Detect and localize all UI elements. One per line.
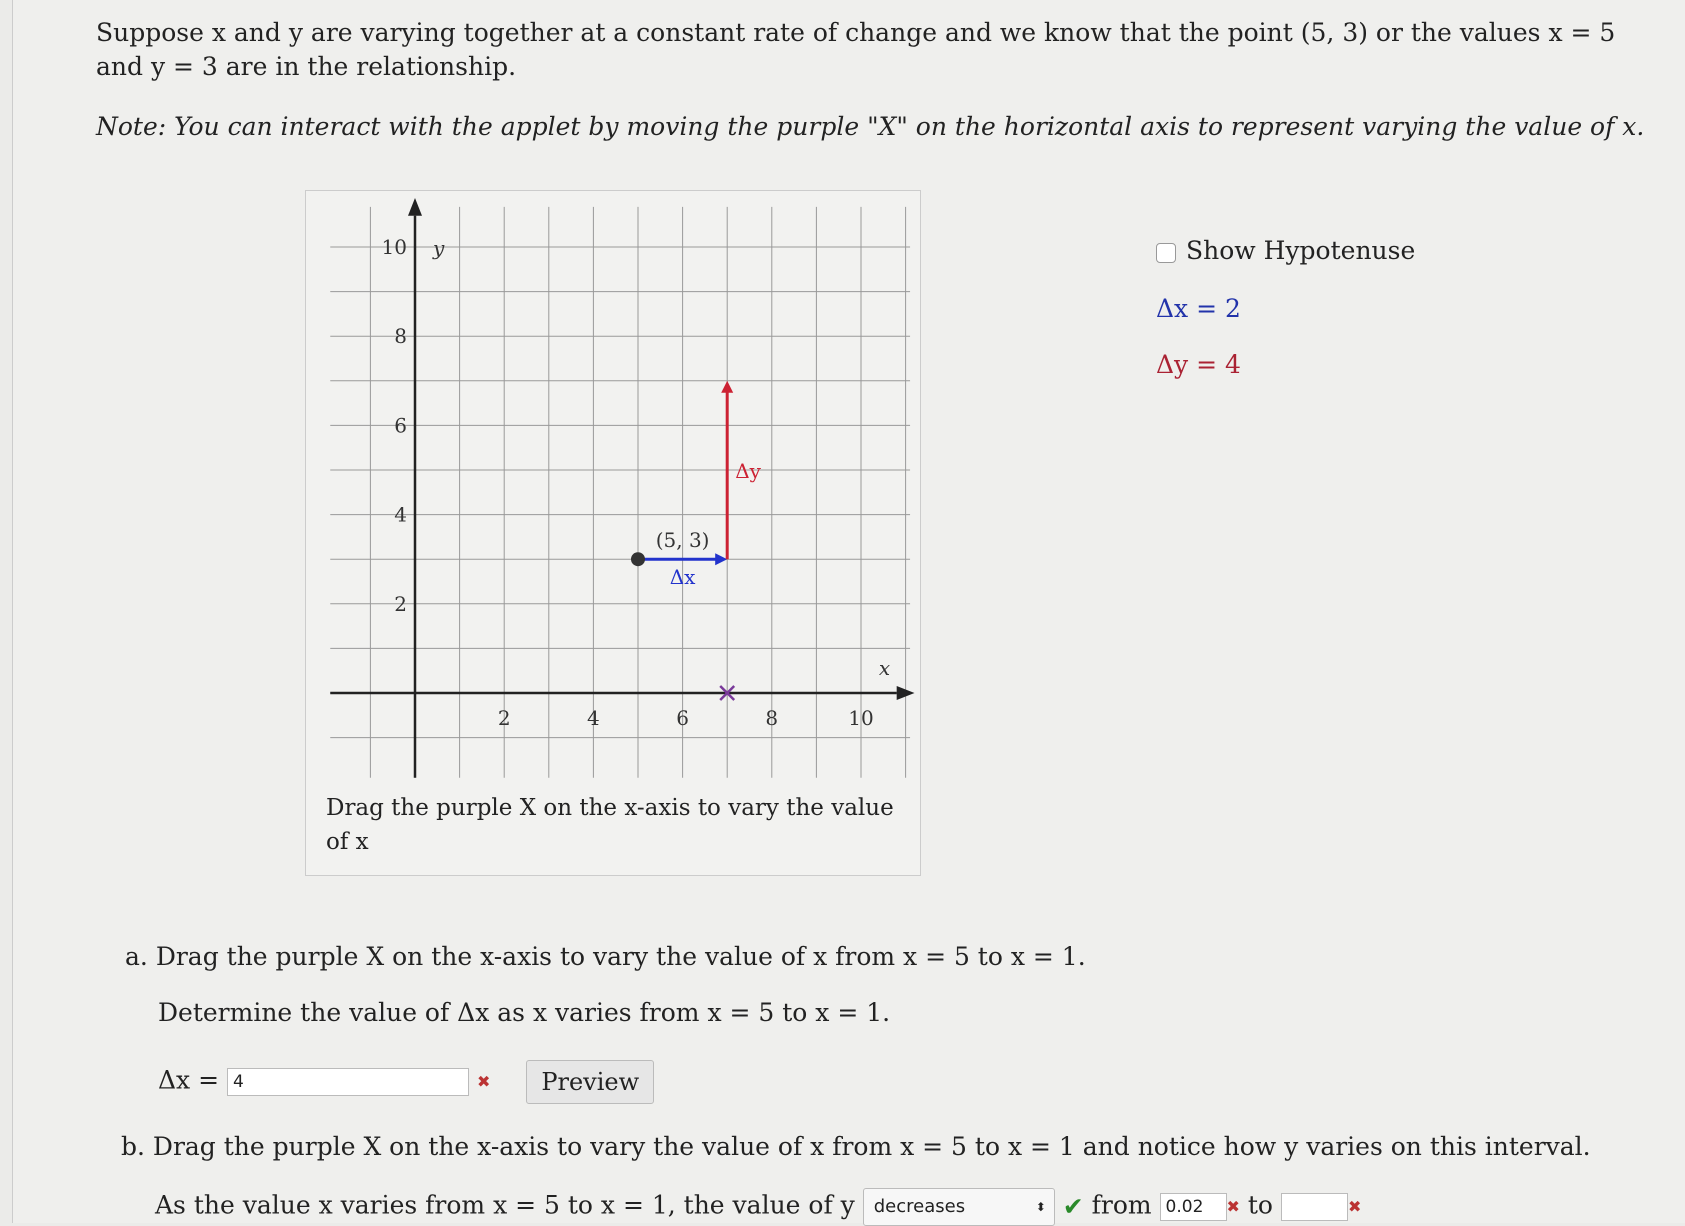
dy-label: Δy	[735, 459, 761, 483]
note-text: Note: You can interact with the applet b…	[96, 112, 1645, 141]
show-hypotenuse-label: Show Hypotenuse	[1186, 236, 1416, 265]
dy-arrowhead-icon	[721, 380, 734, 393]
y-tick-label: 6	[394, 413, 407, 437]
select-arrows-icon: ⬍	[1035, 1200, 1046, 1214]
dx-answer-label: Δx =	[158, 1065, 220, 1095]
part-a-label: a.	[125, 942, 148, 971]
part-a-instruction: Drag the purple X on the x-axis to vary …	[155, 942, 1086, 971]
y-tick-label: 10	[382, 235, 407, 259]
from-label: from	[1091, 1190, 1152, 1220]
graph-applet[interactable]: 2 4 6 8 10 2 4 6 8 10 x y (5, 3) Δx Δy Drag the purple…	[305, 190, 921, 876]
y-trend-select[interactable]: decreases ⬍	[862, 1188, 1055, 1226]
preview-button[interactable]: Preview	[526, 1060, 655, 1104]
dx-answer-input[interactable]: 4	[227, 1068, 470, 1096]
point-marker	[631, 552, 645, 567]
part-a-text: a. Drag the purple X on the x-axis to va…	[125, 940, 1086, 974]
y-tick-label: 2	[394, 592, 407, 616]
x-tick-label: 8	[765, 706, 778, 730]
x-tick-label: 4	[587, 706, 600, 730]
applet-caption: Drag the purple X on the x-axis to vary …	[326, 795, 894, 855]
dx-label: Δx	[670, 565, 696, 589]
x-tick-label: 6	[676, 706, 689, 730]
intro-text: Suppose x and y are varying together at …	[96, 18, 1616, 81]
to-input[interactable]	[1280, 1193, 1348, 1221]
y-trend-value: decreases	[873, 1196, 966, 1217]
show-hypotenuse-checkbox[interactable]	[1156, 242, 1176, 263]
dx-readout: Δx = 2	[1156, 294, 1241, 323]
to-label: to	[1247, 1190, 1273, 1220]
dy-readout: Δy = 4	[1156, 350, 1241, 379]
show-hypotenuse-option[interactable]: Show Hypotenuse	[1156, 234, 1415, 268]
incorrect-icon: ✖	[476, 1072, 491, 1091]
y-tick-label: 8	[394, 324, 407, 348]
page: Suppose x and y are varying together at …	[12, 0, 1685, 1226]
part-a-answer-row: Δx = 4 ✖ Preview	[158, 1060, 655, 1104]
y-axis-arrow-icon	[408, 197, 422, 216]
from-input[interactable]: 0.02	[1159, 1193, 1227, 1221]
part-b-text: b. Drag the purple X on the x-axis to va…	[121, 1130, 1591, 1164]
part-b-sentence: As the value x varies from x = 5 to x = …	[155, 1190, 855, 1220]
part-b-answer-row: As the value x varies from x = 5 to x = …	[155, 1188, 1361, 1226]
x-axis-label: x	[879, 656, 890, 680]
correct-icon: ✔	[1062, 1192, 1084, 1221]
part-b-instruction: Drag the purple X on the x-axis to vary …	[152, 1132, 1591, 1161]
graph-canvas[interactable]: 2 4 6 8 10 2 4 6 8 10 x y (5, 3) Δx Δy	[306, 191, 920, 811]
incorrect-icon: ✖	[1226, 1197, 1240, 1216]
part-b-label: b.	[121, 1132, 145, 1161]
y-tick-label: 4	[394, 503, 407, 527]
x-tick-label: 2	[498, 706, 511, 730]
y-axis-label: y	[432, 236, 445, 260]
dx-arrowhead-icon	[715, 553, 728, 566]
part-a-question: Determine the value of Δx as x varies fr…	[158, 998, 891, 1027]
x-tick-label: 10	[848, 706, 873, 730]
point-label: (5, 3)	[656, 528, 710, 552]
incorrect-icon: ✖	[1347, 1197, 1362, 1216]
